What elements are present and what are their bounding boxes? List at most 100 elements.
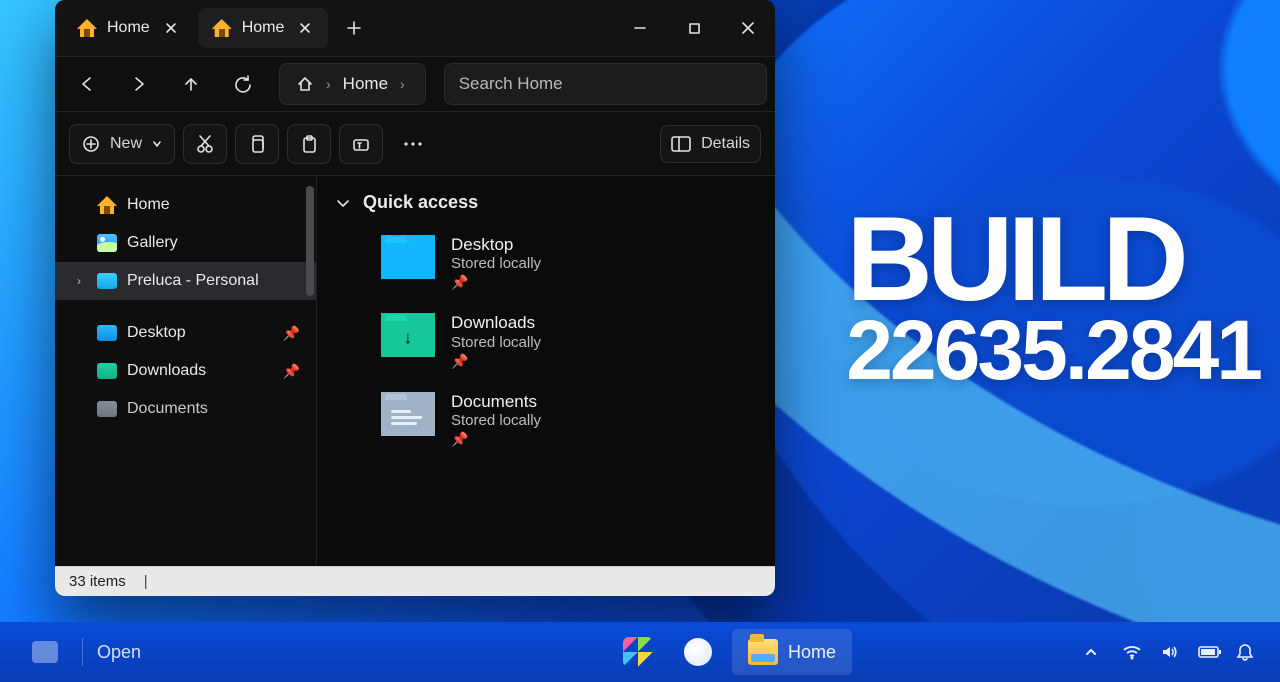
tab-home-1[interactable]: Home [63,8,194,48]
home-icon [77,19,97,37]
sidebar-item-desktop[interactable]: Desktop 📌 [55,314,316,352]
search-input[interactable]: Search Home [444,63,767,105]
new-button-label: New [110,135,142,153]
tab-label: Home [242,19,285,37]
status-item-count: 33 items [69,573,126,590]
sidebar-item-home[interactable]: Home [55,186,316,224]
quick-access-desktop[interactable]: Desktop Stored locally 📌 [335,227,757,305]
tab-home-2[interactable]: Home [198,8,329,48]
notifications-icon[interactable] [1236,643,1256,661]
new-button[interactable]: New [69,124,175,164]
volume-icon[interactable] [1160,644,1180,660]
teal-folder-icon [97,363,117,379]
breadcrumb-segment[interactable]: Home [343,74,388,94]
up-button[interactable] [167,62,215,106]
paste-button[interactable] [287,124,331,164]
refresh-button[interactable] [219,62,267,106]
new-tab-button[interactable] [334,9,374,47]
rename-button[interactable] [339,124,383,164]
blue-folder-icon [97,325,117,341]
chevron-down-icon [335,195,351,211]
forward-button[interactable] [115,62,163,106]
view-details-button[interactable]: Details [660,125,761,163]
document-lines-icon [391,410,425,428]
window-controls [613,6,775,50]
item-subtitle: Stored locally [451,255,541,272]
content-pane: Quick access Desktop Stored locally 📌 [317,176,775,566]
quick-access-meta: Documents Stored locally 📌 [451,392,541,448]
sidebar-item-label: Home [127,196,170,214]
sidebar-item-label: Desktop [127,324,186,342]
sidebar-item-label: Downloads [127,362,206,380]
wifi-icon[interactable] [1122,644,1142,660]
desktop-folder-icon [381,235,435,279]
pin-icon: 📌 [283,363,300,380]
item-subtitle: Stored locally [451,412,541,429]
item-name: Documents [451,392,541,412]
sidebar-item-label: Documents [127,400,208,418]
item-name: Desktop [451,235,541,255]
quick-access-downloads[interactable]: ↓ Downloads Stored locally 📌 [335,305,757,383]
titlebar: Home Home [55,0,775,56]
minimize-button[interactable] [613,6,667,50]
grey-folder-icon [97,401,117,417]
tab-close-button[interactable] [294,17,316,39]
sidebar-scrollbar[interactable] [306,186,314,296]
item-subtitle: Stored locally [451,334,541,351]
pin-icon: 📌 [451,274,541,291]
start-button[interactable] [612,629,664,675]
sidebar-item-onedrive[interactable]: › Preluca - Personal [55,262,316,300]
battery-icon[interactable] [1198,645,1218,659]
widgets-button[interactable] [22,635,68,669]
sidebar-item-downloads[interactable]: Downloads 📌 [55,352,316,390]
widgets-icon [32,641,58,663]
window-close-button[interactable] [721,6,775,50]
desktop-wallpaper: BUILD 22635.2841 Home Home [0,0,1280,682]
explorer-body: Home Gallery › Preluca - Personal Deskto [55,176,775,566]
tray-overflow-button[interactable] [1084,645,1104,659]
taskbar-search-text: Open [97,642,141,662]
item-name: Downloads [451,313,541,333]
build-overlay-line1: BUILD [846,205,1260,313]
download-arrow-icon: ↓ [404,327,413,348]
taskbar-app-explorer[interactable]: Home [732,629,852,675]
system-tray [1084,643,1280,661]
chevron-right-icon[interactable]: › [71,274,87,288]
status-caret: | [144,573,148,590]
pin-icon: 📌 [283,325,300,342]
nav-bar: › Home › Search Home [55,56,775,112]
quick-access-meta: Downloads Stored locally 📌 [451,313,541,369]
sidebar-item-label: Gallery [127,234,178,252]
cut-button[interactable] [183,124,227,164]
tab-label: Home [107,19,150,37]
sidebar-item-documents[interactable]: Documents [55,390,316,428]
gallery-icon [97,234,117,252]
chevron-right-icon: › [322,76,335,92]
taskbar-search[interactable]: Open [97,642,141,663]
sidebar-item-label: Preluca - Personal [127,272,259,290]
sidebar: Home Gallery › Preluca - Personal Deskto [55,176,317,566]
home-icon [296,75,314,93]
file-explorer-icon [748,639,778,665]
home-icon [212,19,232,37]
sidebar-item-gallery[interactable]: Gallery [55,224,316,262]
action-toolbar: New Details [55,112,775,176]
address-bar[interactable]: › Home › [279,63,426,105]
maximize-button[interactable] [667,6,721,50]
back-button[interactable] [63,62,111,106]
quick-access-header[interactable]: Quick access [335,192,757,213]
taskbar: Open Home [0,622,1280,682]
tab-close-button[interactable] [160,17,182,39]
pin-icon: 📌 [451,431,541,448]
copy-button[interactable] [235,124,279,164]
file-explorer-window: Home Home [55,0,775,596]
taskbar-divider [82,638,83,666]
search-placeholder: Search Home [459,74,563,94]
more-button[interactable] [391,124,435,164]
pin-icon: 📌 [451,353,541,370]
chevron-right-icon: › [396,76,409,92]
chat-button[interactable] [672,629,724,675]
quick-access-meta: Desktop Stored locally 📌 [451,235,541,291]
build-overlay-line2: 22635.2841 [846,313,1260,389]
quick-access-documents[interactable]: Documents Stored locally 📌 [335,384,757,462]
